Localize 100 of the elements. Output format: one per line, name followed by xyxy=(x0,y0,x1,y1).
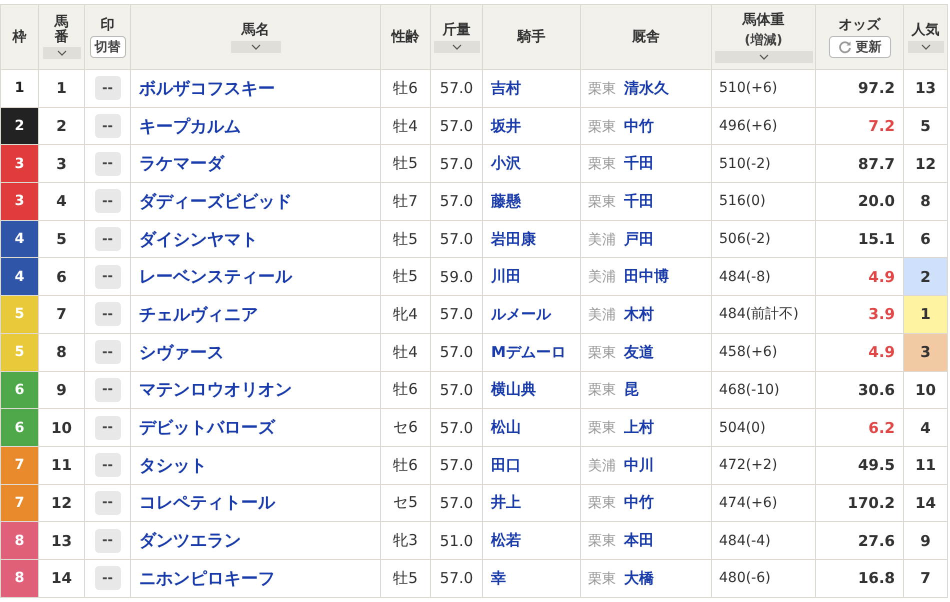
table-cell: 57.0 xyxy=(430,70,482,108)
table-cell: 4 xyxy=(38,182,84,220)
stable-region: 栗東 xyxy=(588,344,616,361)
mark-button[interactable]: -- xyxy=(94,227,120,252)
trainer-link[interactable]: 中川 xyxy=(624,456,654,474)
table-cell: 51.0 xyxy=(430,522,482,560)
table-cell: 14 xyxy=(904,484,948,522)
column-header: 性齢 xyxy=(392,28,420,46)
frame-cell: 1 xyxy=(0,70,38,108)
jockey-link[interactable]: 小沢 xyxy=(491,154,521,172)
jockey-link[interactable]: 川田 xyxy=(491,267,521,286)
frame-cell: 8 xyxy=(0,559,38,598)
trainer-link[interactable]: 木村 xyxy=(624,304,654,323)
trainer-link[interactable]: 中竹 xyxy=(624,493,654,512)
trainer-link[interactable]: 上村 xyxy=(624,418,654,436)
table-cell: 13 xyxy=(38,522,84,560)
jockey-link[interactable]: 吉村 xyxy=(491,78,521,97)
stable-region: 栗東 xyxy=(588,80,616,97)
table-cell: 57.0 xyxy=(430,296,482,334)
mark-button[interactable]: -- xyxy=(94,152,120,176)
table-cell: 6 xyxy=(38,258,84,296)
frame-cell: 6 xyxy=(0,371,38,409)
chevron-down-icon xyxy=(452,44,462,50)
stable-region: 栗東 xyxy=(588,194,616,210)
mark-button[interactable]: -- xyxy=(94,264,120,289)
mark-button[interactable]: -- xyxy=(94,453,120,478)
mark-button[interactable]: -- xyxy=(94,528,120,553)
table-cell: 474(+6) xyxy=(712,484,816,522)
table-cell: 57.0 xyxy=(430,371,482,409)
trainer-link[interactable]: 千田 xyxy=(624,192,654,210)
sort-button[interactable] xyxy=(42,47,80,60)
trainer-link[interactable]: 友道 xyxy=(624,342,654,361)
jockey-link[interactable]: 井上 xyxy=(491,493,521,512)
table-cell: 57.0 xyxy=(430,107,482,145)
trainer-link[interactable]: 昆 xyxy=(624,380,639,398)
jockey-link[interactable]: 坂井 xyxy=(491,116,521,135)
table-cell: 牡5 xyxy=(380,258,430,296)
table-cell: 57.0 xyxy=(430,484,482,522)
table-cell: 牝3 xyxy=(380,522,430,560)
mark-button[interactable]: -- xyxy=(94,566,120,590)
table-cell: 27.6 xyxy=(816,522,904,560)
stable-region: 美浦 xyxy=(588,269,616,286)
table-cell: 10 xyxy=(38,408,84,446)
trainer-link[interactable]: 清水久 xyxy=(624,78,669,97)
table-cell: 20.0 xyxy=(816,182,904,220)
table-cell: 12 xyxy=(38,484,84,522)
trainer-link[interactable]: 千田 xyxy=(624,154,654,172)
refresh-button[interactable]: 更新 xyxy=(828,36,890,58)
jockey-link[interactable]: 幸 xyxy=(491,568,506,587)
jockey-link[interactable]: 田口 xyxy=(491,456,521,474)
mark-button[interactable]: -- xyxy=(94,490,120,515)
column-header: 馬名 xyxy=(242,21,270,39)
mark-button[interactable]: -- xyxy=(94,302,120,326)
column-header: 印 xyxy=(100,16,114,34)
stable-region: 栗東 xyxy=(588,156,616,172)
table-cell: 516(0) xyxy=(712,182,816,220)
column-header: 斤量 xyxy=(442,21,470,39)
jockey-link[interactable]: 松山 xyxy=(491,418,521,436)
table-cell: 484(前計不) xyxy=(712,296,816,334)
mark-button[interactable]: -- xyxy=(94,416,120,440)
table-cell: 8 xyxy=(904,182,948,220)
sort-button[interactable] xyxy=(908,41,944,53)
table-cell: 87.7 xyxy=(816,144,904,183)
table-cell: 2 xyxy=(38,107,84,145)
mark-button[interactable]: -- xyxy=(94,114,120,138)
column-header: オッズ xyxy=(838,16,880,34)
sort-button[interactable] xyxy=(434,41,480,53)
trainer-link[interactable]: 大橋 xyxy=(624,568,654,587)
trainer-link[interactable]: 田中博 xyxy=(624,267,669,286)
mark-button[interactable]: -- xyxy=(94,76,120,100)
table-cell: 牡6 xyxy=(380,371,430,409)
toggle-button[interactable]: 切替 xyxy=(90,36,126,58)
horse-name-link[interactable]: タシット xyxy=(139,456,207,476)
jockey-link[interactable]: 藤懸 xyxy=(491,192,521,210)
table-cell: セ5 xyxy=(380,484,430,522)
table-cell: 1 xyxy=(38,70,84,108)
table-cell: 15.1 xyxy=(816,220,904,258)
trainer-link[interactable]: 戸田 xyxy=(624,230,654,248)
frame-cell: 2 xyxy=(0,107,38,145)
table-cell: 4 xyxy=(904,408,948,446)
table-cell: 3 xyxy=(38,144,84,183)
table-cell: 510(+6) xyxy=(712,70,816,108)
table-cell: 2 xyxy=(904,258,948,296)
mark-button[interactable]: -- xyxy=(94,340,120,364)
trainer-link[interactable]: 中竹 xyxy=(624,116,654,135)
table-cell: 牝4 xyxy=(380,296,430,334)
trainer-link[interactable]: 本田 xyxy=(624,531,654,550)
column-subheader: (増減) xyxy=(744,32,782,49)
jockey-link[interactable]: 松若 xyxy=(491,531,521,550)
horse-name-link[interactable]: シヴァース xyxy=(139,342,224,363)
mark-button[interactable]: -- xyxy=(94,189,120,214)
table-cell: 13 xyxy=(904,70,948,108)
table-cell: 57.0 xyxy=(430,182,482,220)
table-cell: 7.2 xyxy=(816,107,904,145)
horse-name-link[interactable]: ラケマーダ xyxy=(139,154,224,174)
table-cell: 6.2 xyxy=(816,408,904,446)
mark-button[interactable]: -- xyxy=(94,378,120,402)
frame-cell: 3 xyxy=(0,182,38,220)
frame-cell: 4 xyxy=(0,220,38,258)
table-cell: 57.0 xyxy=(430,446,482,484)
